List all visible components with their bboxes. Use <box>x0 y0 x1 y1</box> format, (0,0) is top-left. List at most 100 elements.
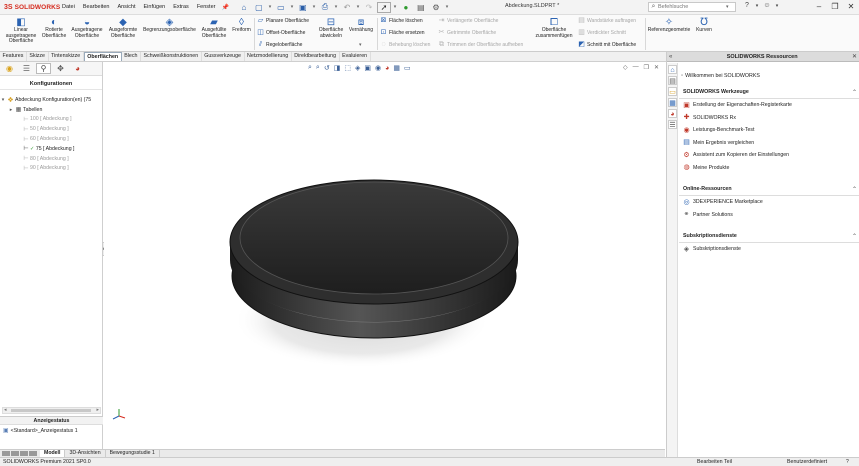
list-item[interactable]: ◉ Leistungs-Benchmark-Test <box>679 124 859 137</box>
print-dropdown-icon[interactable]: ▾ <box>333 4 339 10</box>
user-icon[interactable]: ☺ <box>762 2 772 9</box>
delete-face-button[interactable]: ⊠ Fläche löschen <box>380 17 423 24</box>
untrim-surface-button[interactable]: ⧉ Trimmen der Oberfläche aufheben <box>438 41 523 48</box>
appearances-icon[interactable]: ◕ <box>668 109 677 118</box>
list-item[interactable]: ▤ Mein Ergebnis vergleichen <box>679 137 859 150</box>
menu-extras[interactable]: Extras <box>169 4 193 10</box>
save-dropdown-icon[interactable]: ▾ <box>311 4 317 10</box>
list-item[interactable]: ⊢ 90 [ Abdeckung ] <box>0 164 102 174</box>
collapse-caret-icon[interactable]: ⌃ <box>852 186 857 193</box>
reference-geometry-button[interactable]: ✧ Referenzgeometrie <box>647 16 691 34</box>
close-icon[interactable]: ✕ <box>843 0 859 14</box>
solidworks-logo[interactable]: 3S SOLIDWORKS <box>0 4 60 11</box>
open-folder-icon[interactable]: ▭ <box>274 2 288 13</box>
revolve-surface-button[interactable]: ◐ Rotierte Oberfläche <box>40 16 68 39</box>
tab-features[interactable]: Features <box>0 52 27 61</box>
home-tab-icon[interactable]: ⌂ <box>668 65 677 74</box>
tree-tables[interactable]: ▸ ▦ Tabellen <box>0 105 102 115</box>
tab-skizze[interactable]: Skizze <box>27 52 49 61</box>
horizontal-scrollbar[interactable]: ◂ ▸ <box>2 407 101 414</box>
options-gear-icon[interactable]: ⚙ <box>429 2 443 13</box>
welcome-item[interactable]: ▫ Willkommen bei SOLIDWORKS <box>681 73 859 79</box>
list-item-active[interactable]: ⊢ ✓ 75 [ Abdeckung ] <box>0 144 102 154</box>
linear-surface-button[interactable]: ◧ Linear ausgetragene Oberfläche <box>2 16 40 45</box>
feature-manager-tab-icon[interactable]: ◉ <box>2 63 17 74</box>
restore-icon[interactable]: ❐ <box>827 0 843 14</box>
graphics-viewport[interactable]: ⌕ ⌕ ↺ ◨ ⬚ ◈ ▣ ◉ ◕ ▦ ▭ ◇ — ❐ ✕ <box>104 62 665 449</box>
scroll-left-icon[interactable]: ◂ <box>4 407 7 413</box>
options-dropdown-icon[interactable]: ▾ <box>444 4 450 10</box>
scroll-right-icon[interactable]: ▸ <box>96 407 99 413</box>
status-help[interactable]: ? <box>846 458 849 466</box>
freeform-button[interactable]: ◊ Freiform <box>230 16 253 34</box>
list-item[interactable]: ✚ SOLIDWORKS Rx <box>679 112 859 125</box>
trim-surface-button[interactable]: ✂ Getrimmte Oberfläche <box>438 29 497 36</box>
thicken-button[interactable]: ▤ Wandstärke auftragen <box>578 17 636 24</box>
display-manager-tab-icon[interactable]: ◕ <box>70 63 85 74</box>
menu-ansicht[interactable]: Ansicht <box>113 4 139 10</box>
command-search[interactable]: ⌕ ▾ <box>648 2 736 12</box>
prev-tab-icon[interactable] <box>11 451 19 456</box>
abdeckung-disc[interactable] <box>229 179 519 339</box>
list-item[interactable]: ◈ Subskriptionsdienste <box>679 243 859 256</box>
list-item[interactable]: ⚭ Partner Solutions <box>679 209 859 222</box>
section-header[interactable]: SOLIDWORKS Werkzeuge ⌃ <box>679 87 859 99</box>
menu-bearbeiten[interactable]: Bearbeiten <box>79 4 114 10</box>
design-library-icon[interactable]: ▤ <box>668 76 677 85</box>
flatten-surface-button[interactable]: ⊟ Oberfläche abwickeln <box>316 16 346 39</box>
surface-cut-button[interactable]: ◩ Schnitt mit Oberfläche <box>578 41 636 48</box>
tab-netzmodellierung[interactable]: Netzmodellierung <box>245 52 292 61</box>
menu-fenster[interactable]: Fenster <box>193 4 220 10</box>
loft-surface-button[interactable]: ◆ Ausgeformte Oberfläche <box>105 16 141 39</box>
home-icon[interactable]: ⌂ <box>237 2 251 13</box>
file-explorer-icon[interactable]: ▭ <box>668 87 677 96</box>
property-manager-tab-icon[interactable]: ☰ <box>19 63 34 74</box>
delete-hole-button[interactable]: ◌ Behebung löschen <box>380 41 430 48</box>
tab-schweisskonstruktionen[interactable]: Schweißkonstruktionen <box>141 52 202 61</box>
custom-properties-icon[interactable]: ☰ <box>668 120 677 129</box>
redo-icon[interactable]: ↷ <box>362 2 376 13</box>
offset-surface-button[interactable]: ◫ Offset-Oberfläche <box>257 29 305 36</box>
tab-blech[interactable]: Blech <box>122 52 141 61</box>
list-item[interactable]: ◎ 3DEXPERIENCE Marketplace <box>679 196 859 209</box>
list-item[interactable]: ▣ Erstellung der Eigenschaften-Registerka… <box>679 99 859 112</box>
tab-direktbearbeitung[interactable]: Direktbearbeitung <box>292 52 340 61</box>
list-item[interactable]: ⊢ 80 [ Abdeckung ] <box>0 154 102 164</box>
search-dropdown-icon[interactable]: ▾ <box>726 4 729 10</box>
merge-surface-button[interactable]: ⧠ Oberfläche zusammenfügen <box>532 16 576 39</box>
menu-datei[interactable]: Datei <box>58 4 79 10</box>
knit-dropdown-icon[interactable]: ▾ <box>359 42 362 48</box>
new-dropdown-icon[interactable]: ▾ <box>267 4 273 10</box>
ruled-surface-button[interactable]: ⫽ Regeloberfläche <box>257 41 302 48</box>
section-header[interactable]: Online-Ressourcen ⌃ <box>679 184 859 196</box>
minimize-icon[interactable]: – <box>811 0 827 14</box>
scrollbar-thumb[interactable] <box>11 409 91 412</box>
menu-einfuegen[interactable]: Einfügen <box>140 4 170 10</box>
list-item[interactable]: ⊢ 100 [ Abdeckung ] <box>0 115 102 125</box>
tab-motion-study[interactable]: Bewegungsstudie 1 <box>106 450 160 457</box>
save-icon[interactable]: ▣ <box>296 2 310 13</box>
tab-evaluieren[interactable]: Evaluieren <box>340 52 371 61</box>
replace-face-button[interactable]: ⊡ Fläche ersetzen <box>380 29 425 36</box>
tab-modell[interactable]: Modell <box>40 450 66 457</box>
view-palette-icon[interactable]: ▦ <box>668 98 677 107</box>
open-dropdown-icon[interactable]: ▾ <box>289 4 295 10</box>
pin-icon[interactable]: 📌 <box>221 4 228 11</box>
display-state-item[interactable]: ▣ <Standard>_Anzeigestatus 1 <box>3 427 78 435</box>
print-icon[interactable]: ⎙ <box>318 2 332 13</box>
filled-surface-button[interactable]: ▰ Ausgefüllte Oberfläche <box>198 16 230 39</box>
new-document-icon[interactable]: ▢ <box>252 2 266 13</box>
section-header[interactable]: Subskriptionsdienste ⌃ <box>679 231 859 243</box>
next-tab-icon[interactable] <box>20 451 28 456</box>
collapse-caret-icon[interactable]: ⌃ <box>852 89 857 96</box>
status-units[interactable]: Benutzerdefiniert <box>787 458 827 466</box>
select-cursor-icon[interactable]: ➚ <box>376 1 391 13</box>
tab-oberflaechen[interactable]: Oberflächen <box>83 52 122 61</box>
list-item[interactable]: ⊢ 50 [ Abdeckung ] <box>0 124 102 134</box>
collapse-caret-icon[interactable]: ⌃ <box>852 233 857 240</box>
last-tab-icon[interactable] <box>29 451 37 456</box>
list-item[interactable]: ⊢ 60 [ Abdeckung ] <box>0 134 102 144</box>
undo-dropdown-icon[interactable]: ▾ <box>355 4 361 10</box>
help-dropdown-icon[interactable]: ▾ <box>755 3 759 9</box>
list-item[interactable]: ◍ Meine Produkte <box>679 162 859 175</box>
